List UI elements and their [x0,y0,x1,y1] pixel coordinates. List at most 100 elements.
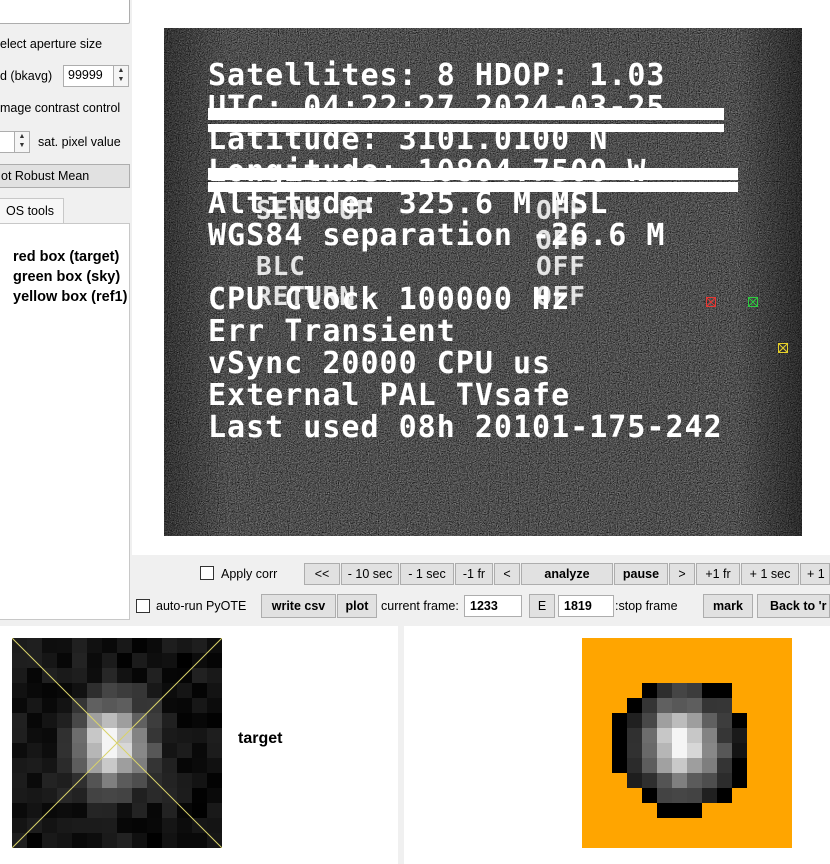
analyze-button[interactable]: analyze [521,563,613,585]
pixel-cell [117,803,132,818]
pixel-cell [12,803,27,818]
pixel-cell [177,728,192,743]
pixel-cell [192,788,207,803]
pixel-cell [672,803,687,818]
pixel-cell [177,713,192,728]
legend-green-box: green box (sky) [13,269,121,285]
pixel-cell [102,758,117,773]
pixel-cell [87,773,102,788]
mark-button[interactable]: mark [703,594,753,618]
step-forward-button[interactable]: > [669,563,695,585]
pixel-cell [132,773,147,788]
pixel-cell [132,653,147,668]
pixel-cell [147,638,162,653]
video-display[interactable]: SENS UP OFF OFF BLC OFF RETURN OFF Satel… [164,28,802,536]
stop-frame-field[interactable]: 1819 [558,595,614,617]
pixel-cell [42,833,57,848]
bkavg-spinner-arrows[interactable]: ▲ ▼ [113,66,128,86]
pixel-cell [102,668,117,683]
pixel-cell [12,773,27,788]
overlay-wgs84: WGS84 separation -26.6 M [208,218,666,253]
pixel-cell [117,758,132,773]
overlay-err: Err Transient [208,314,456,349]
pixel-cell [72,743,87,758]
back-10-sec-button[interactable]: - 10 sec [341,563,399,585]
pixel-cell [147,758,162,773]
pixel-cell [57,698,72,713]
pixel-cell [102,818,117,833]
pixel-cell [207,818,222,833]
e-button[interactable]: E [529,594,555,618]
sat-spinner-arrows[interactable]: ▲ ▼ [14,132,29,152]
sat-pixel-spinbox[interactable]: ▲ ▼ [0,131,30,153]
plot-button[interactable]: plot [337,594,377,618]
top-text-field[interactable] [0,0,130,24]
pixel-cell [27,683,42,698]
pixel-cell [702,698,717,713]
pixel-cell [72,668,87,683]
step-back-button[interactable]: < [494,563,520,585]
pixel-cell [657,758,672,773]
pixel-cell [717,683,732,698]
write-csv-button[interactable]: write csv [261,594,336,618]
pixel-cell [42,788,57,803]
overlay-satellites: Satellites: 8 HDOP: 1.03 [208,58,666,93]
pixel-cell [132,788,147,803]
autorun-pyote-checkbox[interactable] [136,599,150,613]
pixel-cell [72,653,87,668]
robust-mean-button[interactable]: ot Robust Mean [0,164,130,188]
overlay-altitude: Altitude: 325.6 M MSL [208,186,609,221]
tab-os-tools[interactable]: OS tools [0,198,64,224]
pixel-cell [12,743,27,758]
pixel-cell [612,758,627,773]
forward-1-sec-button[interactable]: + 1 sec [741,563,799,585]
back-1-frame-button[interactable]: -1 fr [455,563,493,585]
pixel-cell [72,788,87,803]
pixel-cell [147,818,162,833]
pixel-cell [12,818,27,833]
forward-1-frame-button[interactable]: +1 fr [696,563,740,585]
target-pixel-image [11,637,223,849]
pixel-cell [132,818,147,833]
pixel-cell [672,758,687,773]
pixel-cell [87,698,102,713]
sky-marker[interactable] [748,297,758,307]
pixel-cell [12,698,27,713]
pixel-cell [57,743,72,758]
apply-corr-checkbox[interactable] [200,566,214,580]
back-1-sec-button[interactable]: - 1 sec [400,563,454,585]
pixel-cell [117,683,132,698]
bkavg-spinbox[interactable]: 99999 ▲ ▼ [63,65,129,87]
pixel-cell [642,713,657,728]
pixel-cell [687,788,702,803]
pixel-cell [162,743,177,758]
forward-10-sec-button[interactable]: + 1 [800,563,830,585]
pixel-cell [117,698,132,713]
pixel-cell [87,683,102,698]
pixel-cell [672,713,687,728]
redaction-bar-3 [208,168,738,180]
pixel-cell [657,743,672,758]
pixel-cell [732,758,747,773]
pixel-cell [642,758,657,773]
back-to-button[interactable]: Back to 'r [757,594,830,618]
pixel-cell [192,773,207,788]
rewind-fast-button[interactable]: << [304,563,340,585]
target-marker[interactable] [706,297,716,307]
pixel-cell [657,803,672,818]
pixel-cell [102,713,117,728]
pixel-cell [657,713,672,728]
pixel-cell [162,653,177,668]
pixel-cell [642,773,657,788]
pixel-cell [642,728,657,743]
pixel-cell [87,638,102,653]
bkavg-label: d (bkavg) [0,69,53,83]
current-frame-field[interactable]: 1233 [464,595,522,617]
pixel-cell [732,713,747,728]
pixel-cell [27,803,42,818]
pixel-cell [192,743,207,758]
pixel-cell [57,728,72,743]
stop-frame-label: :stop frame [615,599,678,613]
pause-button[interactable]: pause [614,563,668,585]
ref1-marker[interactable] [778,343,788,353]
